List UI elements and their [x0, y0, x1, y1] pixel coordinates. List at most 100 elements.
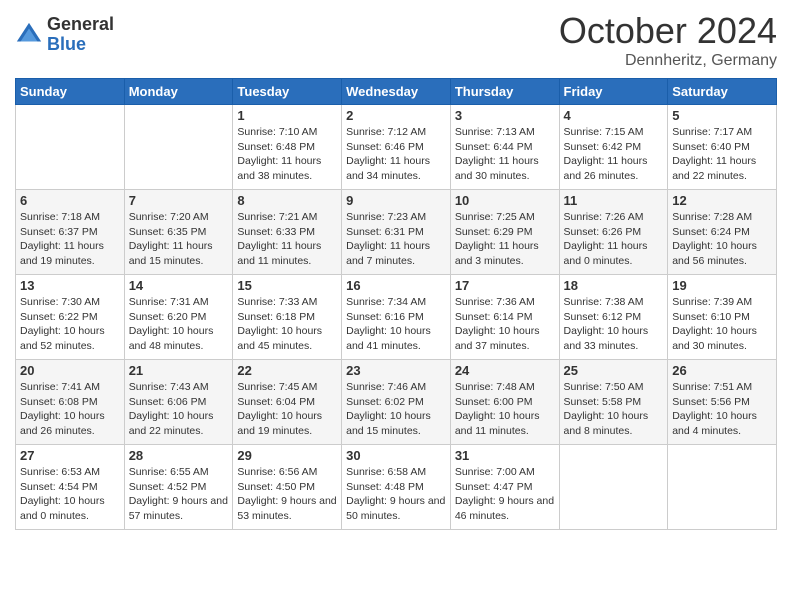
day-number: 9 — [346, 193, 446, 208]
day-info: Sunrise: 7:12 AMSunset: 6:46 PMDaylight:… — [346, 125, 446, 184]
day-number: 13 — [20, 278, 120, 293]
day-number: 4 — [564, 108, 664, 123]
calendar-cell: 10 Sunrise: 7:25 AMSunset: 6:29 PMDayligh… — [450, 190, 559, 275]
day-info: Sunrise: 7:51 AMSunset: 5:56 PMDaylight:… — [672, 380, 772, 439]
day-info: Sunrise: 7:18 AMSunset: 6:37 PMDaylight:… — [20, 210, 120, 269]
day-info: Sunrise: 7:38 AMSunset: 6:12 PMDaylight:… — [564, 295, 664, 354]
calendar-cell: 9Sunrise: 7:23 AMSunset: 6:31 PMDaylight… — [342, 190, 451, 275]
day-number: 23 — [346, 363, 446, 378]
logo: General Blue — [15, 15, 114, 55]
calendar-cell: 8Sunrise: 7:21 AMSunset: 6:33 PMDaylight… — [233, 190, 342, 275]
day-number: 6 — [20, 193, 120, 208]
calendar-cell: 14Sunrise: 7:31 AMSunset: 6:20 PMDayligh… — [124, 275, 233, 360]
day-number: 2 — [346, 108, 446, 123]
day-info: Sunrise: 7:39 AMSunset: 6:10 PMDaylight:… — [672, 295, 772, 354]
day-of-week-saturday: Saturday — [668, 79, 777, 105]
calendar-cell: 25Sunrise: 7:50 AMSunset: 5:58 PMDayligh… — [559, 360, 668, 445]
calendar-cell: 3 Sunrise: 7:13 AMSunset: 6:44 PMDaylight… — [450, 105, 559, 190]
calendar-cell: 20Sunrise: 7:41 AMSunset: 6:08 PMDayligh… — [16, 360, 125, 445]
calendar-cell: 13 Sunrise: 7:30 AMSunset: 6:22 PMDayligh… — [16, 275, 125, 360]
calendar-cell: 5 Sunrise: 7:17 AMSunset: 6:40 PMDaylight… — [668, 105, 777, 190]
day-number: 12 — [672, 193, 772, 208]
calendar-week-5: 27 Sunrise: 6:53 AMSunset: 4:54 PMDayligh… — [16, 445, 777, 530]
logo-icon — [15, 21, 43, 49]
day-info: Sunrise: 7:10 AMSunset: 6:48 PMDaylight:… — [237, 125, 337, 184]
day-info: Sunrise: 7:26 AMSunset: 6:26 PMDaylight:… — [564, 210, 664, 269]
day-info: Sunrise: 7:34 AMSunset: 6:16 PMDaylight:… — [346, 295, 446, 354]
calendar-cell: 28Sunrise: 6:55 AMSunset: 4:52 PMDayligh… — [124, 445, 233, 530]
day-info: Sunrise: 7:46 AMSunset: 6:02 PMDaylight:… — [346, 380, 446, 439]
calendar-cell: 6 Sunrise: 7:18 AMSunset: 6:37 PMDaylight… — [16, 190, 125, 275]
day-info: Sunrise: 7:00 AMSunset: 4:47 PMDaylight:… — [455, 465, 555, 524]
calendar-week-2: 6 Sunrise: 7:18 AMSunset: 6:37 PMDaylight… — [16, 190, 777, 275]
day-of-week-monday: Monday — [124, 79, 233, 105]
day-number: 28 — [129, 448, 229, 463]
header: General Blue October 2024 Dennheritz, Ge… — [15, 10, 777, 70]
day-info: Sunrise: 7:15 AMSunset: 6:42 PMDaylight:… — [564, 125, 664, 184]
day-info: Sunrise: 6:56 AMSunset: 4:50 PMDaylight:… — [237, 465, 337, 524]
calendar-cell: 17Sunrise: 7:36 AMSunset: 6:14 PMDayligh… — [450, 275, 559, 360]
day-number: 14 — [129, 278, 229, 293]
day-info: Sunrise: 6:58 AMSunset: 4:48 PMDaylight:… — [346, 465, 446, 524]
calendar-table: SundayMondayTuesdayWednesdayThursdayFrid… — [15, 78, 777, 530]
day-of-week-friday: Friday — [559, 79, 668, 105]
calendar-cell: 15 Sunrise: 7:33 AMSunset: 6:18 PMDayligh… — [233, 275, 342, 360]
day-number: 20 — [20, 363, 120, 378]
day-number: 3 — [455, 108, 555, 123]
calendar-cell: 2 Sunrise: 7:12 AMSunset: 6:46 PMDaylight… — [342, 105, 451, 190]
calendar-cell: 12 Sunrise: 7:28 AMSunset: 6:24 PMDayligh… — [668, 190, 777, 275]
page: General Blue October 2024 Dennheritz, Ge… — [0, 0, 792, 612]
day-number: 5 — [672, 108, 772, 123]
calendar-cell: 24Sunrise: 7:48 AMSunset: 6:00 PMDayligh… — [450, 360, 559, 445]
calendar-cell: 22 Sunrise: 7:45 AMSunset: 6:04 PMDayligh… — [233, 360, 342, 445]
day-info: Sunrise: 6:53 AMSunset: 4:54 PMDaylight:… — [20, 465, 120, 524]
calendar-cell — [124, 105, 233, 190]
day-info: Sunrise: 7:25 AMSunset: 6:29 PMDaylight:… — [455, 210, 555, 269]
logo-blue: Blue — [47, 35, 114, 55]
calendar-cell: 29Sunrise: 6:56 AMSunset: 4:50 PMDayligh… — [233, 445, 342, 530]
day-number: 7 — [129, 193, 229, 208]
month-year: October 2024 — [559, 10, 777, 52]
day-number: 25 — [564, 363, 664, 378]
day-number: 17 — [455, 278, 555, 293]
calendar-cell: 7 Sunrise: 7:20 AMSunset: 6:35 PMDaylight… — [124, 190, 233, 275]
day-number: 24 — [455, 363, 555, 378]
calendar-cell: 18 Sunrise: 7:38 AMSunset: 6:12 PMDayligh… — [559, 275, 668, 360]
day-of-week-tuesday: Tuesday — [233, 79, 342, 105]
day-number: 15 — [237, 278, 337, 293]
logo-general: General — [47, 15, 114, 35]
calendar-cell: 27 Sunrise: 6:53 AMSunset: 4:54 PMDayligh… — [16, 445, 125, 530]
day-info: Sunrise: 7:13 AMSunset: 6:44 PMDaylight:… — [455, 125, 555, 184]
day-info: Sunrise: 7:45 AMSunset: 6:04 PMDaylight:… — [237, 380, 337, 439]
day-of-week-sunday: Sunday — [16, 79, 125, 105]
days-of-week-row: SundayMondayTuesdayWednesdayThursdayFrid… — [16, 79, 777, 105]
day-number: 22 — [237, 363, 337, 378]
calendar-cell: 19Sunrise: 7:39 AMSunset: 6:10 PMDayligh… — [668, 275, 777, 360]
day-number: 18 — [564, 278, 664, 293]
day-number: 1 — [237, 108, 337, 123]
day-info: Sunrise: 7:28 AMSunset: 6:24 PMDaylight:… — [672, 210, 772, 269]
day-number: 31 — [455, 448, 555, 463]
calendar-cell — [559, 445, 668, 530]
day-of-week-thursday: Thursday — [450, 79, 559, 105]
day-info: Sunrise: 7:30 AMSunset: 6:22 PMDaylight:… — [20, 295, 120, 354]
day-info: Sunrise: 7:43 AMSunset: 6:06 PMDaylight:… — [129, 380, 229, 439]
day-number: 27 — [20, 448, 120, 463]
calendar-week-4: 20Sunrise: 7:41 AMSunset: 6:08 PMDayligh… — [16, 360, 777, 445]
calendar-cell: 4 Sunrise: 7:15 AMSunset: 6:42 PMDaylight… — [559, 105, 668, 190]
calendar-cell: 30Sunrise: 6:58 AMSunset: 4:48 PMDayligh… — [342, 445, 451, 530]
day-number: 8 — [237, 193, 337, 208]
calendar-week-3: 13 Sunrise: 7:30 AMSunset: 6:22 PMDayligh… — [16, 275, 777, 360]
calendar-cell — [16, 105, 125, 190]
day-number: 10 — [455, 193, 555, 208]
day-info: Sunrise: 7:33 AMSunset: 6:18 PMDaylight:… — [237, 295, 337, 354]
calendar-cell: 21Sunrise: 7:43 AMSunset: 6:06 PMDayligh… — [124, 360, 233, 445]
day-number: 16 — [346, 278, 446, 293]
calendar-cell: 16 Sunrise: 7:34 AMSunset: 6:16 PMDayligh… — [342, 275, 451, 360]
calendar-cell: 23 Sunrise: 7:46 AMSunset: 6:02 PMDayligh… — [342, 360, 451, 445]
day-info: Sunrise: 7:20 AMSunset: 6:35 PMDaylight:… — [129, 210, 229, 269]
day-number: 26 — [672, 363, 772, 378]
calendar-cell: 26 Sunrise: 7:51 AMSunset: 5:56 PMDayligh… — [668, 360, 777, 445]
calendar-cell — [668, 445, 777, 530]
day-info: Sunrise: 7:17 AMSunset: 6:40 PMDaylight:… — [672, 125, 772, 184]
